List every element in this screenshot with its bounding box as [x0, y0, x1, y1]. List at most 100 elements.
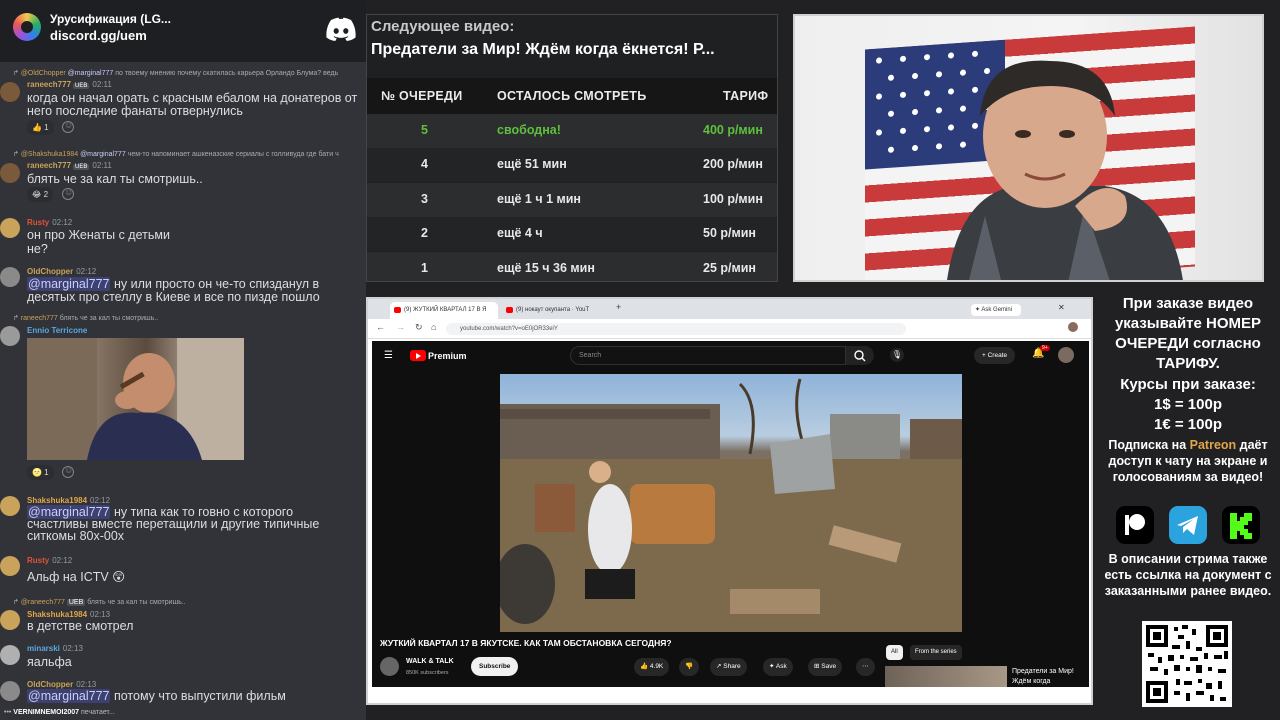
add-reaction-icon[interactable] [62, 120, 74, 133]
message-text: он про Женаты с детьми [27, 228, 170, 242]
menu-icon[interactable]: ☰ [384, 350, 393, 361]
reload-icon[interactable]: ↻ [415, 322, 423, 333]
avatar[interactable] [0, 556, 20, 576]
patreon-link[interactable]: Patreon [1190, 438, 1237, 452]
username[interactable]: raneech777 [27, 161, 71, 170]
queue-number: 4 [421, 157, 428, 172]
back-icon[interactable]: ← [376, 322, 385, 332]
avatar[interactable] [0, 218, 20, 238]
webcam-feed [793, 14, 1264, 282]
youtube-logo[interactable]: Premium [410, 350, 467, 361]
reply-preview[interactable]: ↱ raneech777 блять че за кал ты смотришь… [13, 314, 365, 322]
ask-button[interactable]: ✦ Ask [763, 658, 793, 676]
patreon-icon[interactable] [1116, 506, 1154, 544]
close-window-icon[interactable]: ✕ [1058, 303, 1065, 312]
reply-preview[interactable]: ↱ @raneech777 UEB блять че за кал ты смо… [13, 598, 365, 606]
username[interactable]: OldChopper [27, 680, 73, 689]
timestamp: 02:12 [90, 496, 111, 505]
stream-layout: Урусификация (LG... discord.gg/uem ↱ @Ol… [0, 0, 1280, 720]
dislike-button[interactable]: 👎 [679, 658, 700, 676]
remaining-time: ещё 15 ч 36 мин [497, 260, 595, 275]
reply-preview[interactable]: ↱ @Shakshuka1984 @marginal777 чем-то нап… [13, 150, 365, 158]
telegram-icon[interactable] [1169, 506, 1207, 544]
message-text: не? [27, 242, 48, 256]
username[interactable]: minarski [27, 644, 60, 653]
home-icon[interactable]: ⌂ [431, 322, 436, 332]
avatar[interactable] [0, 163, 20, 183]
username[interactable]: OldChopper [27, 267, 73, 276]
username[interactable]: Shakshuka1984 [27, 610, 87, 619]
username[interactable]: Rusty [27, 556, 49, 565]
description-note: В описании стрима также есть ссылка на д… [1104, 552, 1272, 598]
save-button[interactable]: ⊞ Save [808, 658, 843, 676]
timestamp: 02:12 [52, 556, 73, 565]
qr-code-image[interactable] [1142, 621, 1232, 707]
add-reaction-icon[interactable] [62, 187, 74, 200]
server-icon [13, 13, 41, 41]
avatar[interactable] [0, 82, 20, 102]
reaction[interactable]: 👍 1 [27, 120, 54, 135]
kick-icon[interactable] [1222, 506, 1260, 544]
microphone-icon[interactable]: 🎙 [890, 348, 904, 362]
related-video-thumbnail[interactable] [885, 666, 1007, 687]
add-reaction-icon[interactable] [62, 465, 74, 478]
channel-name[interactable]: WALK & TALK [406, 658, 454, 665]
filter-chip-series[interactable]: From the series [910, 645, 962, 660]
social-links [1116, 506, 1260, 544]
profile-avatar[interactable] [1068, 322, 1078, 332]
column-header-remaining: ОСТАЛОСЬ СМОТРЕТЬ [497, 89, 647, 103]
browser-tab-active[interactable]: (9) ЖУТКИЙ КВАРТАЛ 17 В Я [390, 302, 498, 319]
discord-icon [326, 17, 356, 41]
filter-chip-all[interactable]: All [886, 645, 903, 660]
reaction[interactable]: 🌝 1 [27, 465, 54, 480]
reaction[interactable]: 😂 2 [27, 187, 54, 202]
avatar[interactable] [0, 645, 20, 665]
avatar[interactable] [0, 610, 20, 630]
url-input[interactable]: youtube.com/watch?v=oE0jOR33eiY [446, 323, 906, 335]
message-text: когда он начал орать с красным ебалом на… [27, 91, 358, 118]
browser-tab-bar: (9) ЖУТКИЙ КВАРТАЛ 17 В Я (9) нокаут оку… [368, 299, 1091, 319]
username[interactable]: raneech777 [27, 80, 71, 89]
avatar[interactable] [0, 681, 20, 701]
typing-indicator: ••• VERNIMNEMOI2007 печатает... [4, 709, 115, 716]
role-tag: UEB [73, 83, 90, 89]
user-mention[interactable]: @marginal777 [27, 689, 111, 703]
username[interactable]: Rusty [27, 218, 49, 227]
server-invite-link[interactable]: discord.gg/uem [50, 28, 147, 43]
search-input[interactable]: Search [570, 346, 846, 365]
message-text: блять че за кал ты смотришь.. [27, 172, 203, 186]
ask-gemini-button[interactable]: ✦ Ask Gemini [971, 304, 1021, 316]
search-button[interactable] [846, 346, 874, 365]
avatar[interactable] [0, 496, 20, 516]
remaining-time: свободна! [497, 123, 561, 137]
account-avatar[interactable] [1058, 347, 1074, 363]
message-text: в детстве смотрел [27, 619, 134, 633]
reply-preview[interactable]: ↱ @OldChopper @marginal777 по твоему мне… [13, 69, 365, 77]
avatar[interactable] [0, 326, 20, 346]
username[interactable]: Shakshuka1984 [27, 496, 87, 505]
browser-window: (9) ЖУТКИЙ КВАРТАЛ 17 В Я (9) нокаут оку… [366, 297, 1093, 705]
rate-value: 400 р/мин [703, 123, 763, 137]
avatar[interactable] [0, 267, 20, 287]
user-mention[interactable]: @marginal777 [27, 277, 111, 291]
message-text: яальфа [27, 655, 72, 669]
info-panel: При заказе видео указывайте НОМЕР ОЧЕРЕД… [1096, 290, 1280, 720]
browser-tab[interactable]: (9) нокаут окупанта · YouT [502, 302, 610, 319]
browser-address-bar: ← → ↻ ⌂ youtube.com/watch?v=oE0jOR33eiY [368, 319, 1091, 339]
subscribe-button[interactable]: Subscribe [471, 657, 519, 676]
share-button[interactable]: ↗ Share [710, 658, 747, 676]
chat-image-attachment[interactable] [27, 338, 244, 460]
video-player[interactable] [500, 374, 962, 632]
timestamp: 02:13 [76, 680, 97, 689]
forward-icon[interactable]: → [396, 322, 405, 332]
notification-count-badge: 9+ [1040, 345, 1050, 351]
more-actions-button[interactable]: ⋯ [856, 658, 875, 676]
new-tab-icon[interactable]: + [616, 302, 621, 312]
order-instructions: При заказе видео указывайте НОМЕР ОЧЕРЕД… [1114, 295, 1262, 372]
related-video-title[interactable]: Предатели за Мир! Ждём когда [1012, 667, 1088, 687]
create-button[interactable]: + Create [974, 347, 1016, 364]
channel-avatar[interactable] [380, 657, 399, 676]
subscription-info: Подписка на Patreon даёт доступ к чату н… [1108, 438, 1268, 484]
username[interactable]: Ennio Terricone [27, 326, 87, 335]
like-button[interactable]: 👍 4.9K [634, 658, 670, 676]
